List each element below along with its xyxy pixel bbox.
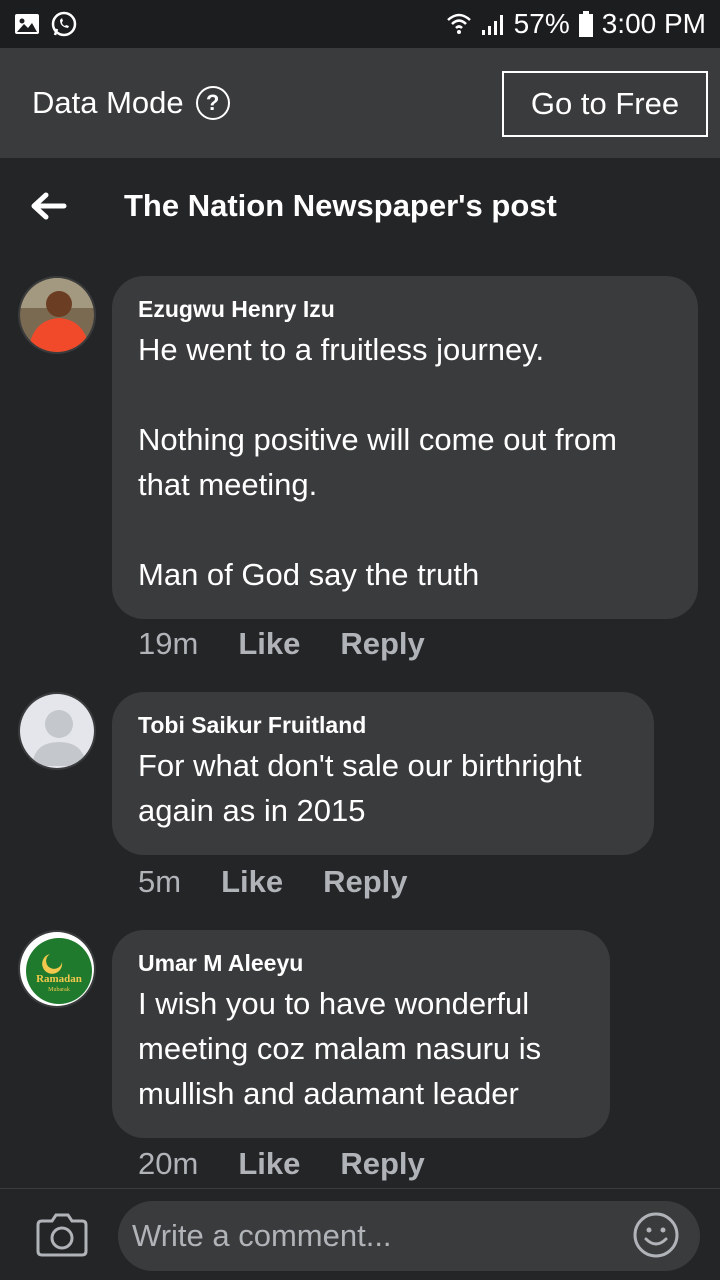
go-to-free-button[interactable]: Go to Free <box>502 71 708 137</box>
comment-author[interactable]: Umar M Aleeyu <box>138 950 584 977</box>
whatsapp-notification-icon <box>50 10 78 38</box>
wifi-icon <box>446 12 472 36</box>
comment-actions: 20m Like Reply <box>138 1146 425 1182</box>
comment-composer <box>0 1188 720 1280</box>
emoji-icon[interactable] <box>632 1211 680 1259</box>
data-mode-bar: Data Mode ? Go to Free <box>0 48 720 158</box>
reply-button[interactable]: Reply <box>340 626 424 662</box>
comment-actions: 5m Like Reply <box>138 864 408 900</box>
avatar-subtext: Mubarak <box>48 987 70 993</box>
like-button[interactable]: Like <box>238 1146 300 1182</box>
status-bar: 57% 3:00 PM <box>0 0 720 48</box>
reply-button[interactable]: Reply <box>323 864 407 900</box>
post-header: The Nation Newspaper's post <box>0 158 720 258</box>
comment-text: He went to a fruitless journey. Nothing … <box>138 332 617 592</box>
like-button[interactable]: Like <box>238 626 300 662</box>
page-title: The Nation Newspaper's post <box>124 188 557 223</box>
comment-time: 19m <box>138 626 199 661</box>
data-mode-text: Data Mode <box>32 85 184 120</box>
comment-text: For what don't sale our birthright again… <box>138 748 582 828</box>
comment-time: 5m <box>138 864 182 899</box>
gallery-notification-icon <box>14 12 40 36</box>
signal-icon <box>480 12 506 36</box>
comment-text: I wish you to have wonderful meeting coz… <box>138 986 542 1111</box>
help-icon[interactable]: ? <box>195 86 230 120</box>
clock: 3:00 PM <box>601 8 706 39</box>
reply-button[interactable]: Reply <box>340 1146 424 1182</box>
comment-input[interactable] <box>118 1201 700 1271</box>
comment-bubble[interactable]: Ezugwu Henry Izu He went to a fruitless … <box>112 276 698 619</box>
avatar-text: Ramadan <box>36 973 82 985</box>
like-button[interactable]: Like <box>221 864 283 900</box>
comment-time: 20m <box>138 1146 199 1181</box>
comment-bubble[interactable]: Umar M Aleeyu I wish you to have wonderf… <box>112 930 610 1138</box>
back-arrow-icon[interactable] <box>28 186 68 226</box>
battery-percent: 57% <box>513 8 570 39</box>
battery-icon <box>578 10 594 38</box>
data-mode-label: Data Mode ? <box>32 85 230 121</box>
camera-icon[interactable] <box>36 1211 88 1257</box>
avatar[interactable] <box>18 692 96 770</box>
comment-author[interactable]: Ezugwu Henry Izu <box>138 296 672 323</box>
comments-list: Ezugwu Henry Izu He went to a fruitless … <box>0 258 720 1188</box>
comment-actions: 19m Like Reply <box>138 626 425 662</box>
avatar[interactable]: Ramadan Mubarak <box>18 930 96 1008</box>
avatar[interactable] <box>18 276 96 354</box>
comment-bubble[interactable]: Tobi Saikur Fruitland For what don't sal… <box>112 692 654 855</box>
comment-author[interactable]: Tobi Saikur Fruitland <box>138 712 628 739</box>
